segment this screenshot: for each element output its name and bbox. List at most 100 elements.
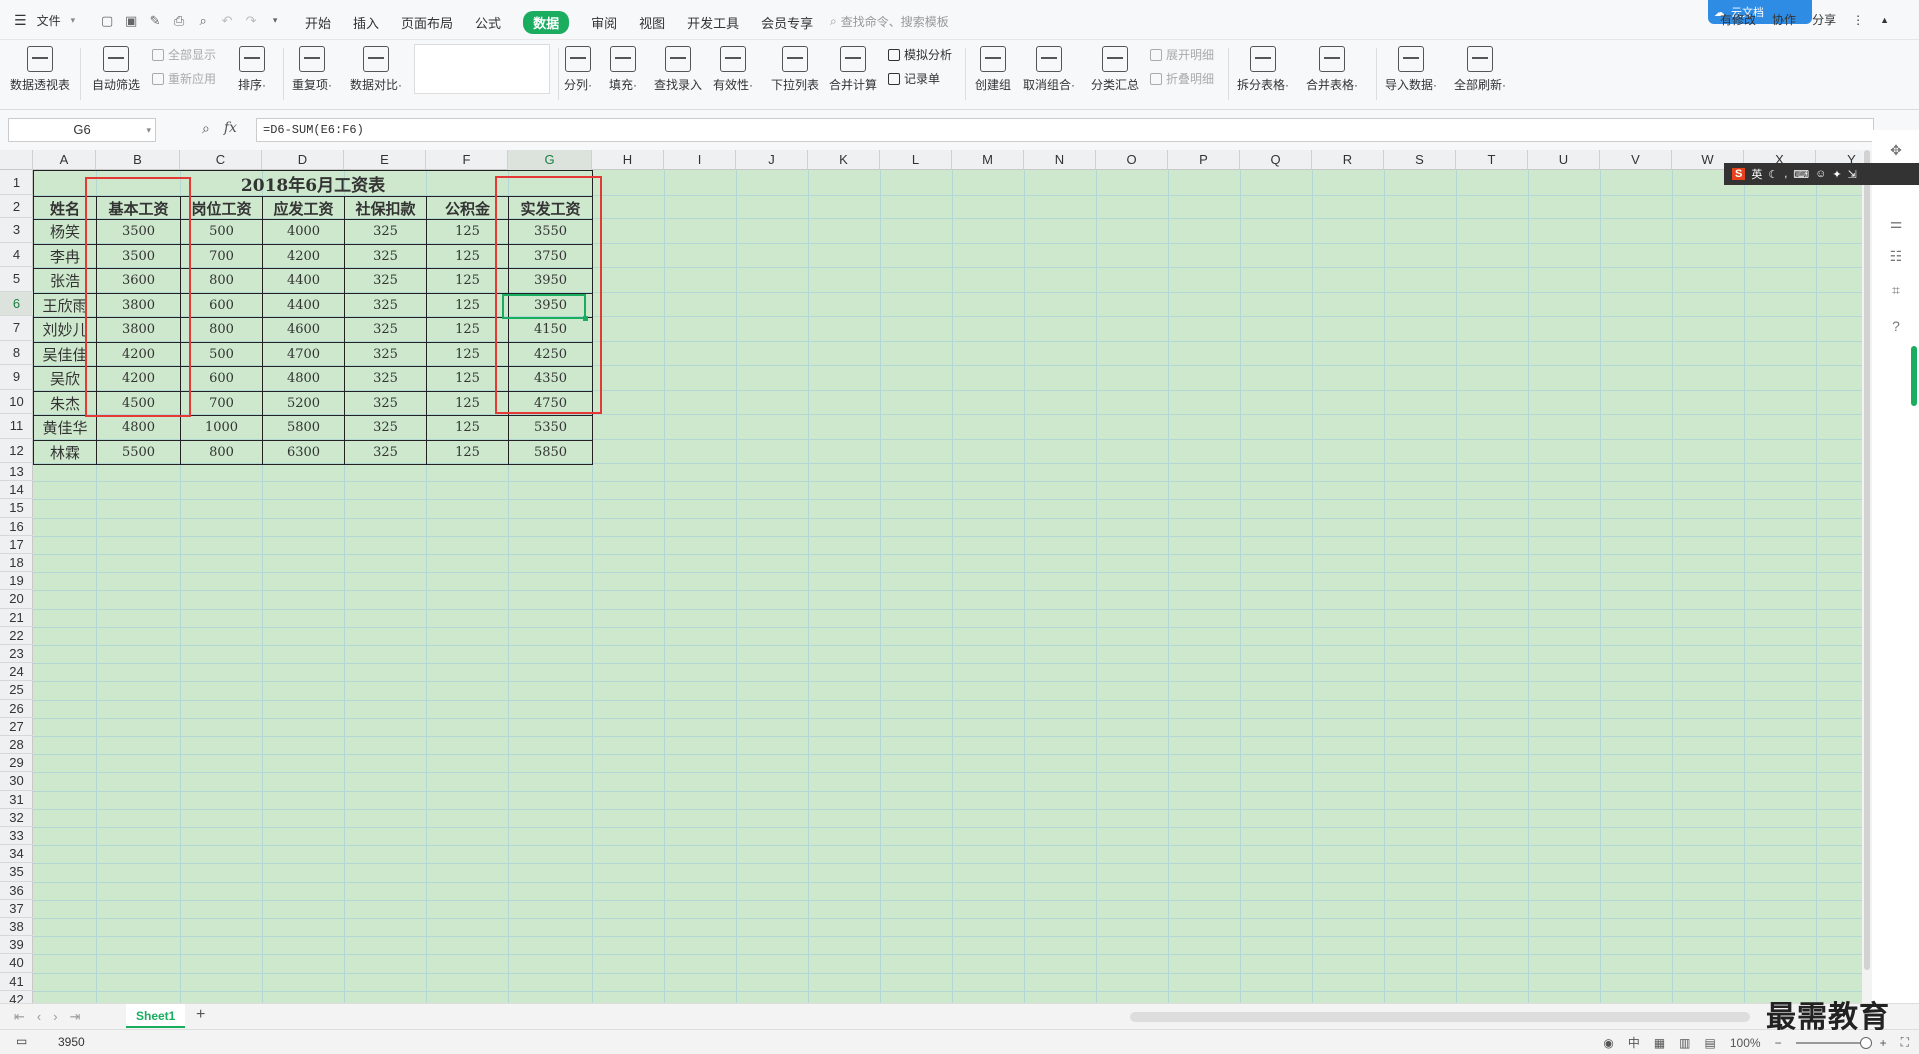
- column-header-Q[interactable]: Q: [1240, 150, 1312, 170]
- menu-tab-3[interactable]: 公式: [475, 11, 501, 34]
- active-cell-g6[interactable]: [502, 294, 586, 319]
- ribbon-button-14[interactable]: 取消组合·: [1023, 46, 1075, 93]
- normal-view-icon[interactable]: ▦: [1654, 1036, 1665, 1050]
- menu-tab-1[interactable]: 插入: [353, 11, 379, 34]
- row-header-6[interactable]: 6: [0, 291, 33, 316]
- column-header-L[interactable]: L: [880, 150, 952, 170]
- select-all-corner[interactable]: [0, 150, 33, 170]
- redo-icon[interactable]: ↷: [243, 13, 259, 29]
- row-header-28[interactable]: 28: [0, 736, 33, 755]
- page-break-view-icon[interactable]: ▤: [1705, 1036, 1716, 1050]
- salary-cell[interactable]: 325: [344, 415, 427, 441]
- salary-cell[interactable]: 600: [180, 366, 263, 392]
- side-panel-handle[interactable]: [1911, 346, 1917, 406]
- row-header-3[interactable]: 3: [0, 218, 33, 243]
- column-header-P[interactable]: P: [1168, 150, 1240, 170]
- salary-cell[interactable]: 800: [180, 317, 263, 343]
- salary-cell[interactable]: 4200: [262, 243, 345, 269]
- command-search[interactable]: ⌕ 查找命令、搜索模板: [830, 13, 949, 30]
- share-button[interactable]: 分享: [1812, 11, 1836, 28]
- menu-tab-4[interactable]: 数据: [523, 11, 570, 34]
- salary-cell[interactable]: 4600: [262, 317, 345, 343]
- menu-tab-0[interactable]: 开始: [305, 11, 331, 34]
- column-header-A[interactable]: A: [33, 150, 96, 170]
- salary-cell[interactable]: 325: [344, 243, 427, 269]
- ribbon-button-1[interactable]: 自动筛选: [92, 46, 140, 93]
- employee-name-cell[interactable]: 林霖: [33, 439, 97, 465]
- column-header-M[interactable]: M: [952, 150, 1024, 170]
- ribbon-small-button-1[interactable]: 重新应用: [152, 70, 216, 87]
- first-sheet-icon[interactable]: ⇤: [14, 1009, 25, 1025]
- zoom-search-icon[interactable]: ⌕: [202, 120, 210, 137]
- prev-sheet-icon[interactable]: ‹: [37, 1009, 41, 1025]
- salary-cell[interactable]: 5800: [262, 415, 345, 441]
- punct-icon[interactable]: ,: [1784, 168, 1787, 180]
- next-sheet-icon[interactable]: ›: [53, 1009, 57, 1025]
- column-header-B[interactable]: B: [96, 150, 180, 170]
- salary-cell[interactable]: 5200: [262, 390, 345, 416]
- sheet-tab-sheet1[interactable]: Sheet1: [126, 1004, 186, 1028]
- ribbon-button-4[interactable]: 数据对比·: [350, 46, 402, 93]
- more-options-icon[interactable]: ⋮: [1852, 13, 1864, 27]
- input-mode-icon[interactable]: 中: [1628, 1034, 1640, 1051]
- row-header-5[interactable]: 5: [0, 267, 33, 292]
- row-header-31[interactable]: 31: [0, 791, 33, 809]
- row-header-40[interactable]: 40: [0, 954, 33, 973]
- zoom-slider[interactable]: [1795, 1036, 1872, 1049]
- menu-tab-6[interactable]: 视图: [639, 11, 665, 34]
- ribbon-button-19[interactable]: 全部刷新·: [1454, 46, 1506, 93]
- print-icon[interactable]: ⎙: [171, 13, 187, 29]
- salary-cell[interactable]: 5850: [508, 439, 593, 465]
- salary-cell[interactable]: 700: [180, 390, 263, 416]
- salary-cell[interactable]: 4800: [262, 366, 345, 392]
- menu-tab-5[interactable]: 审阅: [591, 11, 617, 34]
- ribbon-button-18[interactable]: 导入数据·: [1385, 46, 1437, 93]
- add-sheet-icon[interactable]: +: [196, 1006, 205, 1024]
- ime-language[interactable]: 英: [1751, 166, 1762, 182]
- row-header-37[interactable]: 37: [0, 900, 33, 918]
- row-header-12[interactable]: 12: [0, 439, 33, 463]
- fill-handle[interactable]: [583, 316, 588, 321]
- spreadsheet-grid[interactable]: 2018年6月工资表 姓名 基本工资 岗位工资 应发工资 社保扣款 公积金 实发工资 杨笑 350…: [0, 150, 1862, 1003]
- salary-cell[interactable]: 4000: [262, 219, 345, 245]
- zoom-out-icon[interactable]: −: [1775, 1036, 1782, 1050]
- ribbon-button-11[interactable]: 下拉列表: [771, 46, 819, 93]
- ribbon-button-0[interactable]: 数据透视表: [10, 46, 70, 93]
- fx-icon[interactable]: fx: [224, 120, 237, 137]
- column-header-K[interactable]: K: [808, 150, 880, 170]
- ribbon-button-9[interactable]: 查找录入: [654, 46, 702, 93]
- modified-status[interactable]: 有修改: [1720, 11, 1756, 28]
- salary-cell[interactable]: 4800: [96, 415, 181, 441]
- column-header-D[interactable]: D: [262, 150, 344, 170]
- menu-tab-7[interactable]: 开发工具: [687, 11, 739, 34]
- ribbon-small-button-5[interactable]: 折叠明细: [1150, 70, 1214, 87]
- select-icon[interactable]: ✥: [1887, 142, 1905, 160]
- save-icon[interactable]: ▣: [123, 13, 139, 29]
- ribbon-button-7[interactable]: 分列·: [564, 46, 592, 93]
- more-icon[interactable]: ▾: [267, 13, 283, 29]
- menu-tab-8[interactable]: 会员专享: [761, 11, 813, 34]
- page-layout-view-icon[interactable]: ▥: [1679, 1036, 1690, 1050]
- column-header-U[interactable]: U: [1528, 150, 1600, 170]
- wrench-icon[interactable]: ✦: [1832, 168, 1841, 181]
- collapse-ribbon-icon[interactable]: ▲: [1880, 15, 1889, 25]
- row-header-24[interactable]: 24: [0, 663, 33, 682]
- name-box[interactable]: G6 ▾: [8, 118, 156, 142]
- new-file-icon[interactable]: ▢: [99, 13, 115, 29]
- ribbon-button-15[interactable]: 分类汇总: [1091, 46, 1139, 93]
- row-header-11[interactable]: 11: [0, 414, 33, 439]
- row-header-39[interactable]: 39: [0, 936, 33, 955]
- column-header-G[interactable]: G: [508, 150, 592, 170]
- salary-cell[interactable]: 325: [344, 390, 427, 416]
- crop-icon[interactable]: ⌗: [1887, 282, 1905, 300]
- salary-cell[interactable]: 800: [180, 439, 263, 465]
- column-header-F[interactable]: F: [426, 150, 508, 170]
- row-header-9[interactable]: 9: [0, 365, 33, 390]
- row-header-26[interactable]: 26: [0, 700, 33, 718]
- salary-cell[interactable]: 325: [344, 317, 427, 343]
- ribbon-button-8[interactable]: 填充·: [609, 46, 637, 93]
- salary-cell[interactable]: 1000: [180, 415, 263, 441]
- row-header-30[interactable]: 30: [0, 772, 33, 791]
- salary-cell[interactable]: 325: [344, 341, 427, 367]
- row-header-7[interactable]: 7: [0, 316, 33, 341]
